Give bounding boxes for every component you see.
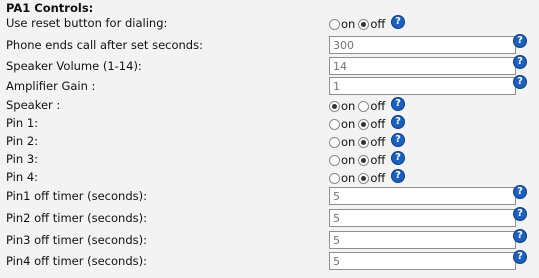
- row-pin2-timer: Pin2 off timer (seconds): ?: [0, 207, 539, 228]
- help-icon[interactable]: ?: [513, 185, 527, 199]
- help-icon[interactable]: ?: [391, 15, 405, 29]
- pin2-timer-input[interactable]: [329, 209, 516, 227]
- pin2-label: Pin 2:: [6, 134, 39, 148]
- pin4-timer-label: Pin4 off timer (seconds):: [6, 254, 147, 268]
- speaker-label: Speaker :: [6, 98, 61, 112]
- pin4-off-radio[interactable]: [358, 172, 370, 184]
- row-amplifier-gain: Amplifier Gain : ?: [0, 75, 539, 96]
- pin2-timer-label: Pin2 off timer (seconds):: [6, 211, 147, 225]
- row-call-end: Phone ends call after set seconds: ?: [0, 34, 539, 55]
- help-icon[interactable]: ?: [391, 169, 405, 183]
- radio-off-label: off: [370, 153, 386, 167]
- row-pin2: Pin 2: on off ?: [0, 131, 539, 151]
- row-pin3-timer: Pin3 off timer (seconds): ?: [0, 229, 539, 250]
- pin4-label: Pin 4:: [6, 170, 39, 184]
- row-speaker: Speaker : on off ?: [0, 95, 539, 115]
- help-icon[interactable]: ?: [391, 115, 405, 129]
- pin3-timer-input[interactable]: [329, 231, 516, 249]
- row-pin4: Pin 4: on off ?: [0, 167, 539, 187]
- help-icon[interactable]: ?: [513, 250, 527, 264]
- pin4-timer-input[interactable]: [329, 252, 516, 270]
- row-pin1: Pin 1: on off ?: [0, 113, 539, 133]
- radio-on-label: on: [341, 99, 356, 113]
- help-icon[interactable]: ?: [391, 97, 405, 111]
- radio-off-label: off: [370, 135, 386, 149]
- radio-on-label: on: [341, 117, 356, 131]
- help-icon[interactable]: ?: [391, 151, 405, 165]
- help-icon[interactable]: ?: [513, 75, 527, 89]
- reset-button-label: Use reset button for dialing:: [6, 16, 168, 30]
- pin1-off-radio[interactable]: [358, 118, 370, 130]
- speaker-volume-label: Speaker Volume (1-14):: [6, 59, 142, 73]
- pin1-on-radio[interactable]: [329, 118, 340, 130]
- pin1-timer-label: Pin1 off timer (seconds):: [6, 189, 147, 203]
- row-reset-button: Use reset button for dialing: on off ?: [0, 13, 539, 33]
- reset-button-off-radio[interactable]: [358, 18, 370, 30]
- pin3-on-radio[interactable]: [329, 154, 340, 166]
- radio-on-label: on: [341, 135, 356, 149]
- reset-button-on-radio[interactable]: [329, 18, 340, 30]
- pin2-off-radio[interactable]: [358, 136, 370, 148]
- radio-off-label: off: [370, 99, 386, 113]
- radio-off-label: off: [370, 17, 386, 31]
- radio-on-label: on: [341, 17, 356, 31]
- pin1-timer-input[interactable]: [329, 187, 516, 205]
- help-icon[interactable]: ?: [513, 229, 527, 243]
- call-end-label: Phone ends call after set seconds:: [6, 38, 203, 52]
- amplifier-gain-input[interactable]: [329, 77, 516, 95]
- speaker-volume-input[interactable]: [329, 57, 516, 75]
- row-pin3: Pin 3: on off ?: [0, 149, 539, 169]
- radio-off-label: off: [370, 171, 386, 185]
- radio-off-label: off: [370, 117, 386, 131]
- speaker-off-radio[interactable]: [358, 100, 370, 112]
- pin4-on-radio[interactable]: [329, 172, 340, 184]
- help-icon[interactable]: ?: [513, 34, 527, 48]
- radio-on-label: on: [341, 153, 356, 167]
- help-icon[interactable]: ?: [513, 207, 527, 221]
- call-end-input[interactable]: [329, 36, 516, 54]
- pin1-label: Pin 1:: [6, 116, 39, 130]
- pin3-label: Pin 3:: [6, 152, 39, 166]
- row-pin4-timer: Pin4 off timer (seconds): ?: [0, 250, 539, 271]
- pin3-timer-label: Pin3 off timer (seconds):: [6, 233, 147, 247]
- pin3-off-radio[interactable]: [358, 154, 370, 166]
- radio-on-label: on: [341, 171, 356, 185]
- row-pin1-timer: Pin1 off timer (seconds): ?: [0, 185, 539, 206]
- help-icon[interactable]: ?: [391, 133, 405, 147]
- help-icon[interactable]: ?: [513, 55, 527, 69]
- row-speaker-volume: Speaker Volume (1-14): ?: [0, 55, 539, 76]
- speaker-on-radio[interactable]: [329, 100, 340, 112]
- amplifier-gain-label: Amplifier Gain :: [6, 79, 96, 93]
- pin2-on-radio[interactable]: [329, 136, 340, 148]
